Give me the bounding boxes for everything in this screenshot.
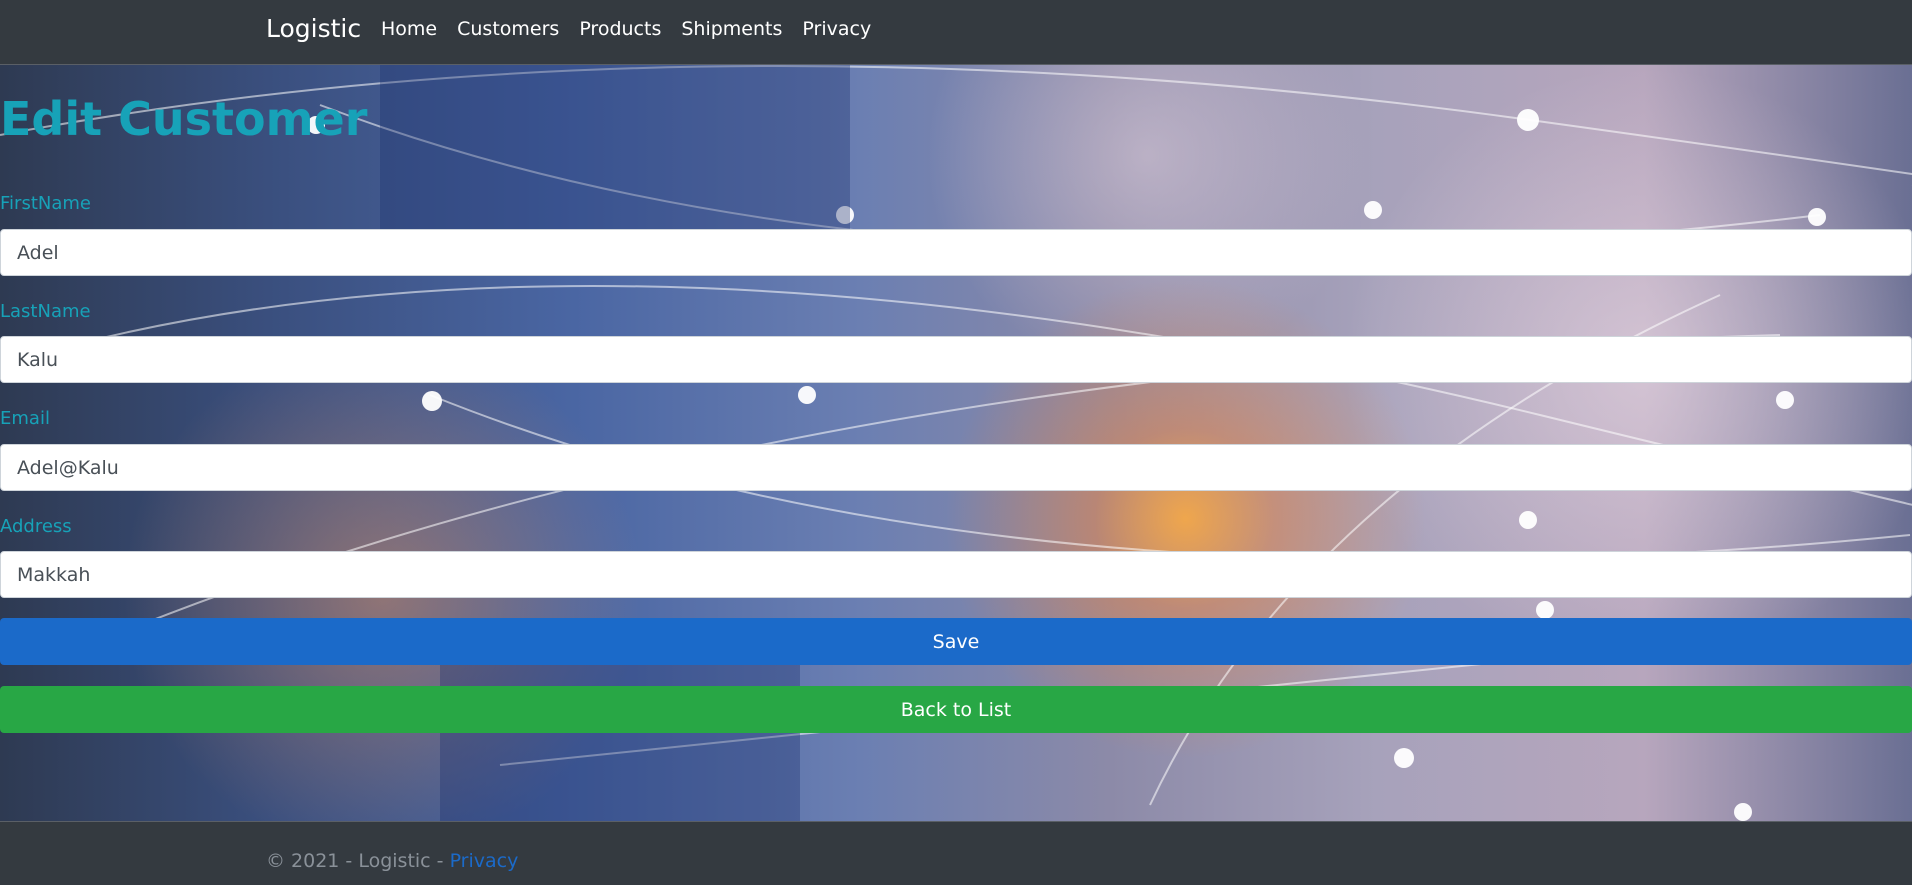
first-name-label: FirstName: [0, 193, 91, 214]
save-button[interactable]: Save: [0, 618, 1912, 665]
last-name-input[interactable]: Kalu: [0, 336, 1912, 383]
nav-link-shipments[interactable]: Shipments: [681, 18, 782, 40]
nav-link-privacy[interactable]: Privacy: [802, 18, 871, 40]
email-label: Email: [0, 408, 50, 429]
footer-privacy-link[interactable]: Privacy: [450, 850, 519, 872]
nav-links: Home Customers Products Shipments Privac…: [381, 18, 891, 40]
nav-link-home[interactable]: Home: [381, 18, 437, 40]
footer-text: © 2021 - Logistic - Privacy: [266, 850, 518, 872]
first-name-input[interactable]: Adel: [0, 229, 1912, 276]
copyright-text: © 2021 - Logistic -: [266, 850, 450, 872]
back-to-list-button[interactable]: Back to List: [0, 686, 1912, 733]
last-name-label: LastName: [0, 301, 91, 322]
brand-link[interactable]: Logistic: [266, 14, 361, 43]
top-navbar: Logistic Home Customers Products Shipmen…: [0, 0, 1912, 65]
page-title: Edit Customer: [0, 92, 368, 146]
nav-link-products[interactable]: Products: [579, 18, 661, 40]
address-label: Address: [0, 516, 72, 537]
email-input[interactable]: Adel@Kalu: [0, 444, 1912, 491]
address-input[interactable]: Makkah: [0, 551, 1912, 598]
footer: © 2021 - Logistic - Privacy: [0, 821, 1912, 885]
nav-link-customers[interactable]: Customers: [457, 18, 559, 40]
